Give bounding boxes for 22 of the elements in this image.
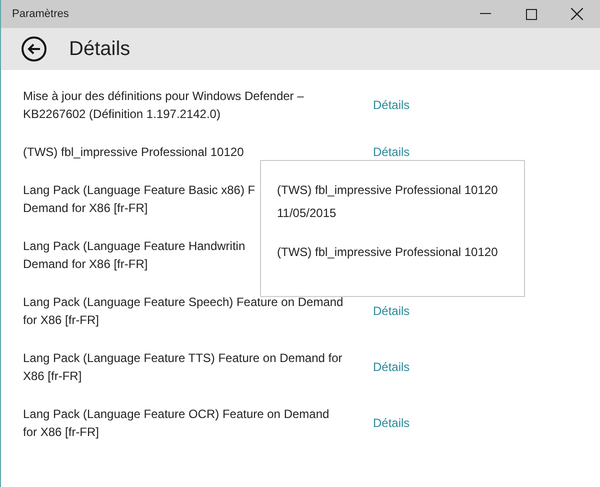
update-name: Lang Pack (Language Feature TTS) Feature on Demand for X86 [fr-FR] [23,350,342,385]
details-link[interactable]: Détails [373,414,410,432]
window-title: Paramètres [12,6,69,22]
maximize-icon [526,8,536,20]
tooltip-description: (TWS) fbl_impressive Professional 10120 [277,244,499,261]
back-icon [21,36,47,62]
page-title: Détails [69,37,130,62]
update-name: Mise à jour des définitions pour Windows Defender – KB2267602 (Définition 1.197.2142.0) [23,88,304,123]
back-button[interactable] [21,36,47,62]
minimize-icon [480,13,490,15]
details-link[interactable]: Détails [373,302,410,320]
update-name: Lang Pack (Language Feature OCR) Feature on Demand for X86 [fr-FR] [23,406,330,441]
tooltip-name: (TWS) fbl_impressive Professional 10120 [277,182,499,199]
details-link[interactable]: Détails [373,96,410,114]
details-link[interactable]: Détails [373,143,410,161]
close-icon [571,8,583,20]
update-name: Lang Pack (Language Feature Basic x86) F Demand for X86 [fr-FR] [23,182,256,217]
tooltip-date: 11/05/2015 [277,205,338,222]
update-name: (TWS) fbl_impressive Professional 10120 [23,144,244,161]
details-link[interactable]: Détails [373,358,410,376]
update-name: Lang Pack (Language Feature Speech) Feature on Demand for X86 [fr-FR] [23,294,344,329]
update-name: Lang Pack (Language Feature Handwritin Demand for X86 [fr-FR] [23,238,246,273]
